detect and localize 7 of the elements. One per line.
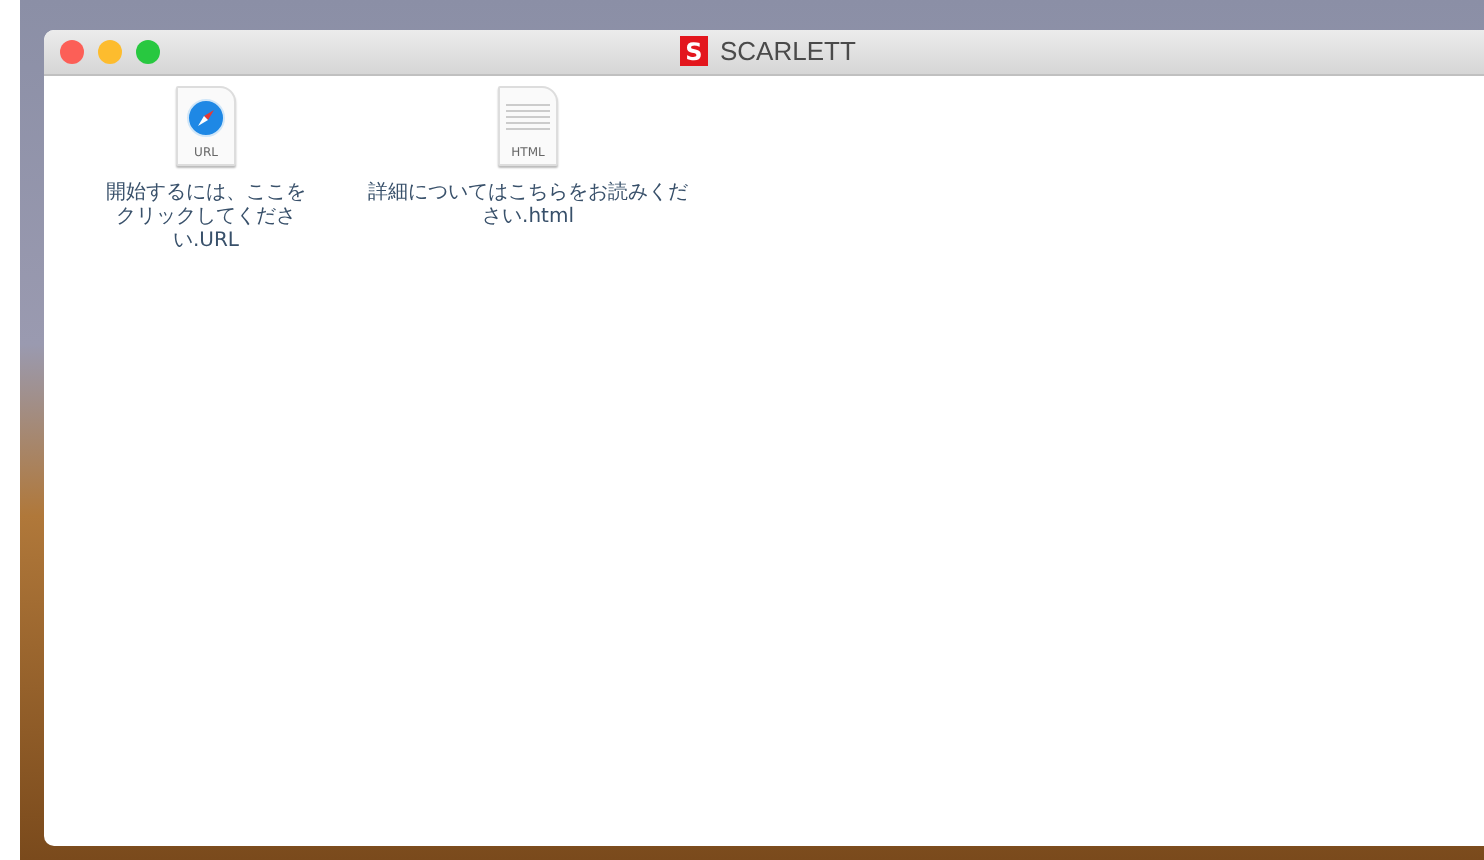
close-button[interactable] [60, 40, 84, 64]
window-title: SCARLETT [720, 36, 856, 66]
file-name: 開始するには、ここをクリックしてください.URL [104, 182, 308, 254]
file-name: 詳細についてはこちらをお読みください.html [368, 182, 688, 230]
app-logo: S [680, 36, 708, 66]
minimize-button[interactable] [98, 40, 122, 64]
zoom-button[interactable] [136, 40, 160, 64]
